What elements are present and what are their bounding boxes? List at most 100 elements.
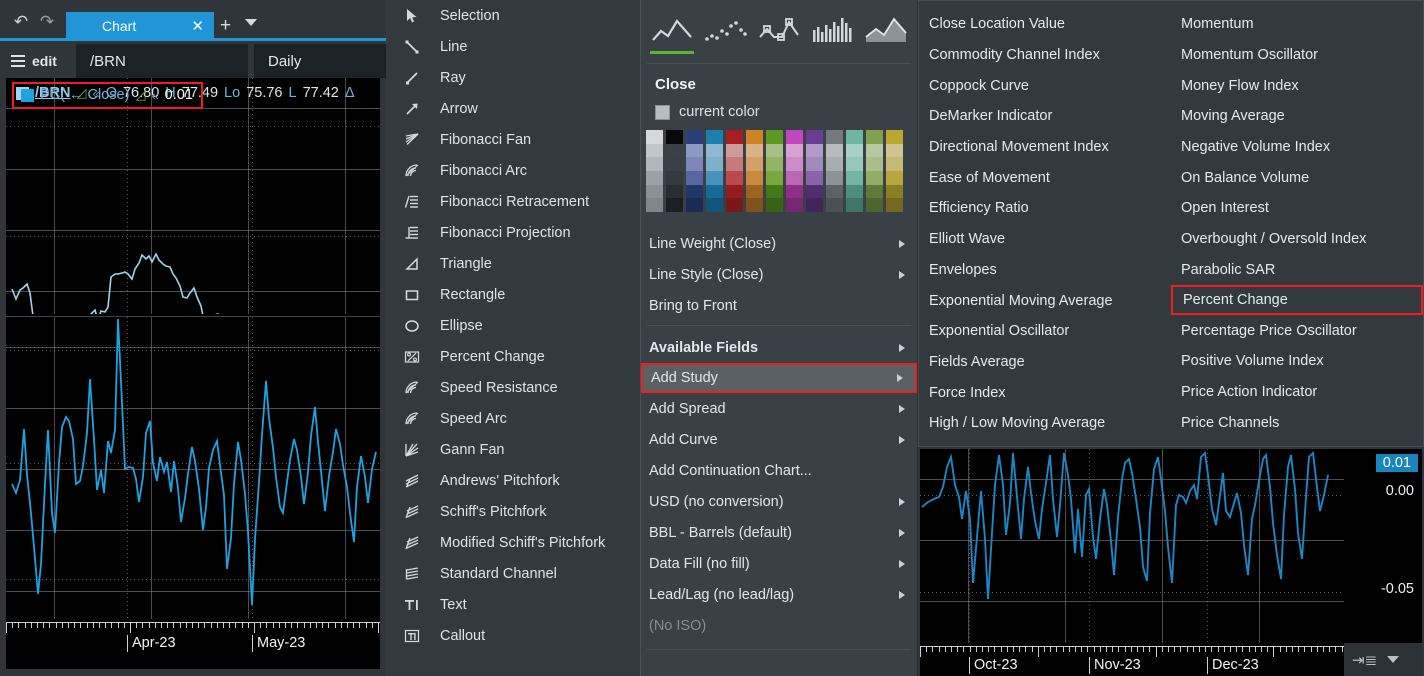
palette-column-1[interactable] [666,130,683,213]
line-chart-type-button[interactable] [647,8,697,54]
palette-swatch[interactable] [846,157,863,172]
palette-swatch[interactable] [826,157,843,172]
palette-swatch[interactable] [766,143,783,158]
palette-swatch[interactable] [726,171,743,185]
study-item-percent-change[interactable]: Percent Change [1171,285,1423,316]
chart-x-axis[interactable]: Apr-23 May-23 [6,619,380,669]
palette-swatch[interactable] [786,157,803,172]
palette-swatch[interactable] [866,184,883,199]
palette-swatch[interactable] [826,143,843,158]
palette-swatch[interactable] [886,130,903,144]
palette-swatch[interactable] [846,143,863,158]
step-marker-chart-type-button[interactable] [754,8,804,52]
palette-swatch[interactable] [766,171,783,185]
palette-swatch[interactable] [746,184,763,199]
palette-swatch[interactable] [886,143,903,158]
fit-data-icon[interactable]: ⇥≣ [1352,651,1377,669]
menu-item-line-weight-close[interactable]: Line Weight (Close) [641,228,917,259]
tool-item-line[interactable]: Line [386,31,640,62]
menu-item-bbl-barrels-default[interactable]: BBL - Barrels (default) [641,517,917,548]
palette-swatch[interactable] [686,143,703,158]
palette-swatch[interactable] [706,130,723,144]
menu-item-data-fill-no-fill[interactable]: Data Fill (no fill) [641,548,917,579]
palette-swatch[interactable] [806,198,823,213]
palette-swatch[interactable] [726,130,743,144]
interval-selector[interactable]: Daily [254,44,386,78]
tool-item-modified-schiff-s-pitchfork[interactable]: Modified Schiff's Pitchfork [386,527,640,558]
palette-swatch[interactable] [646,157,663,172]
collapse-icon[interactable]: « [151,88,158,103]
palette-swatch[interactable] [886,198,903,213]
palette-swatch[interactable] [766,198,783,213]
palette-column-4[interactable] [726,130,743,213]
palette-swatch[interactable] [726,143,743,158]
palette-swatch[interactable] [786,184,803,199]
palette-swatch[interactable] [826,130,843,144]
tool-item-ellipse[interactable]: Ellipse [386,310,640,341]
tool-item-andrews-pitchfork[interactable]: Andrews' Pitchfork [386,465,640,496]
palette-swatch[interactable] [706,171,723,185]
palette-swatch[interactable] [786,130,803,144]
palette-swatch[interactable] [806,130,823,144]
tool-item-fibonacci-projection[interactable]: Fibonacci Projection [386,217,640,248]
palette-swatch[interactable] [706,143,723,158]
tool-item-speed-arc[interactable]: Speed Arc [386,403,640,434]
add-tab-icon[interactable]: + [220,14,231,38]
study-pane[interactable] [6,316,380,619]
palette-swatch[interactable] [726,157,743,172]
study-item-positive-volume-index[interactable]: Positive Volume Index [1171,346,1423,377]
study-preview-x-axis[interactable]: Oct-23 Nov-23 Dec-23 [920,643,1344,676]
palette-swatch[interactable] [686,198,703,213]
palette-swatch[interactable] [806,184,823,199]
study-item-negative-volume-index[interactable]: Negative Volume Index [1171,132,1423,163]
palette-swatch[interactable] [706,198,723,213]
palette-swatch[interactable] [646,184,663,199]
palette-swatch[interactable] [886,184,903,199]
study-item-on-balance-volume[interactable]: On Balance Volume [1171,162,1423,193]
tool-item-standard-channel[interactable]: Standard Channel [386,558,640,589]
palette-column-10[interactable] [846,130,863,213]
palette-swatch[interactable] [746,130,763,144]
palette-swatch[interactable] [846,184,863,199]
menu-item-bring-to-front[interactable]: Bring to Front [641,290,917,321]
study-item-open-interest[interactable]: Open Interest [1171,193,1423,224]
study-item-envelopes[interactable]: Envelopes [919,255,1171,286]
palette-swatch[interactable] [746,143,763,158]
menu-item-add-spread[interactable]: Add Spread [641,393,917,424]
palette-swatch[interactable] [886,157,903,172]
palette-swatch[interactable] [686,130,703,144]
current-color-swatch[interactable] [655,104,670,120]
chart-canvas[interactable]: /BRN ◿ « O 76.80 H 77.49 Lo 75.76 L 77.4… [6,78,380,619]
palette-column-5[interactable] [746,130,763,213]
palette-swatch[interactable] [826,184,843,199]
study-preview-plot[interactable] [920,449,1344,643]
study-item-momentum-oscillator[interactable]: Momentum Oscillator [1171,40,1423,71]
study-item-force-index[interactable]: Force Index [919,377,1171,408]
menu-item-add-continuation-chart[interactable]: Add Continuation Chart... [641,455,917,486]
undo-icon[interactable]: ↶ [10,13,32,31]
tool-item-selection[interactable]: Selection [386,0,640,31]
palette-swatch[interactable] [866,198,883,213]
palette-swatch[interactable] [846,171,863,185]
study-item-fields-average[interactable]: Fields Average [919,347,1171,378]
palette-swatch[interactable] [666,130,683,144]
study-item-overbought-oversold-index[interactable]: Overbought / Oversold Index [1171,224,1423,255]
tool-item-gann-fan[interactable]: Gann Fan [386,434,640,465]
area-chart-type-button[interactable] [861,8,911,52]
study-item-money-flow-index[interactable]: Money Flow Index [1171,70,1423,101]
study-item-high-low-moving-average[interactable]: High / Low Moving Average [919,408,1171,439]
palette-swatch[interactable] [826,171,843,185]
palette-swatch[interactable] [706,157,723,172]
tool-item-arrow[interactable]: Arrow [386,93,640,124]
bar-chart-type-button[interactable] [808,8,858,52]
palette-swatch[interactable] [726,198,743,213]
palette-swatch[interactable] [886,171,903,185]
palette-swatch[interactable] [766,157,783,172]
palette-swatch[interactable] [786,143,803,158]
palette-swatch[interactable] [666,157,683,172]
tool-item-fibonacci-arc[interactable]: Fibonacci Arc [386,155,640,186]
chevron-down-icon[interactable] [1387,656,1400,663]
palette-swatch[interactable] [646,143,663,158]
palette-column-6[interactable] [766,130,783,213]
palette-column-2[interactable] [686,130,703,213]
